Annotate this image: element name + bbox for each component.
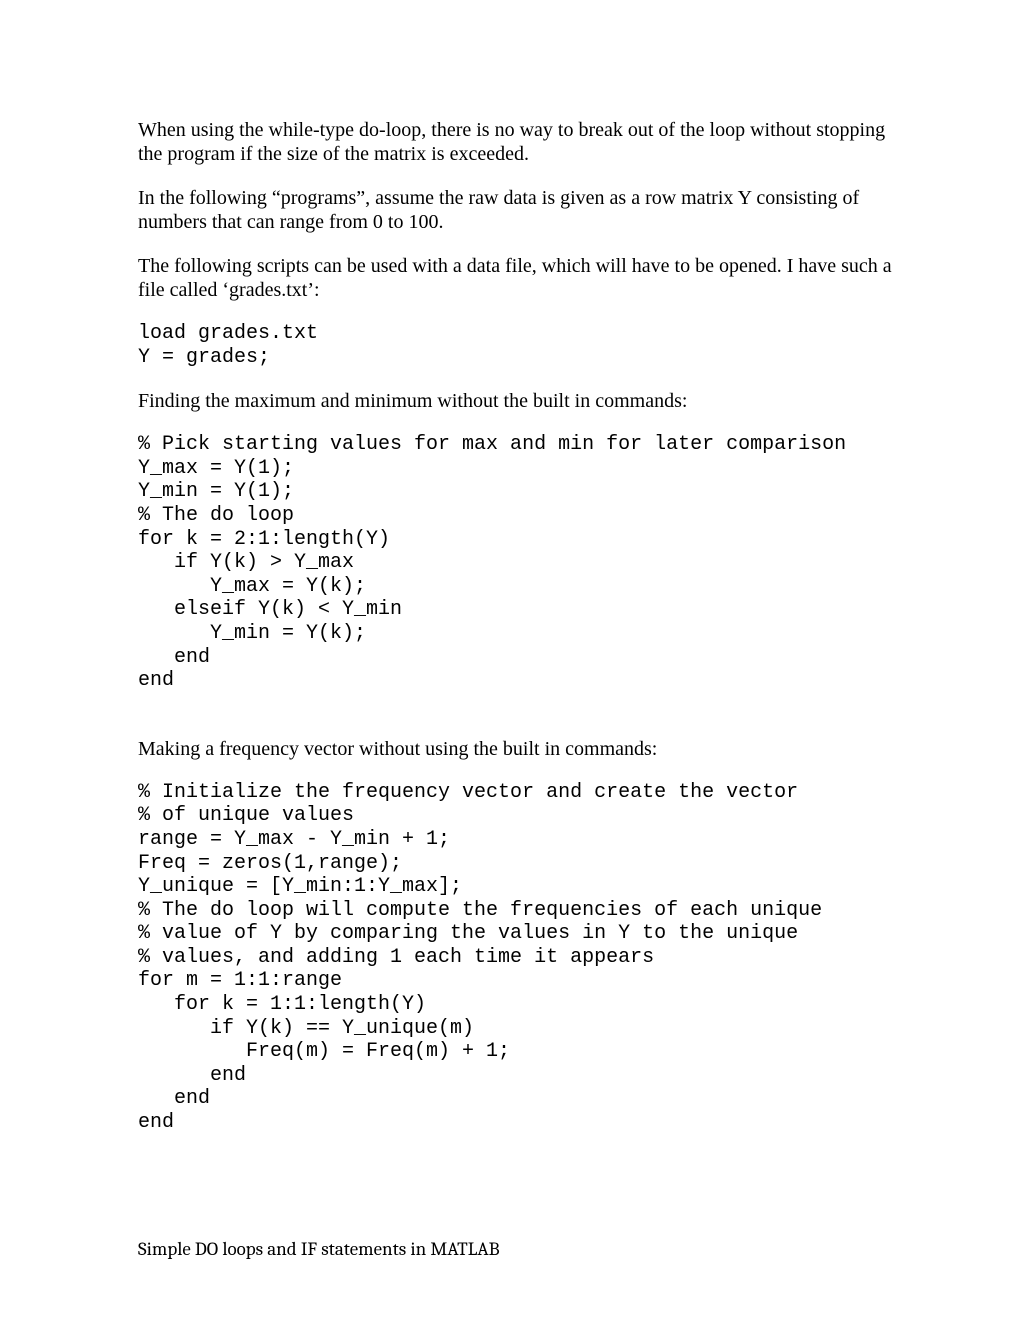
paragraph-1: When using the while-type do-loop, there… xyxy=(138,118,900,166)
code-block-freq: % Initialize the frequency vector and cr… xyxy=(138,781,900,1135)
spacer xyxy=(138,713,900,737)
paragraph-3: The following scripts can be used with a… xyxy=(138,254,900,302)
paragraph-4: Finding the maximum and minimum without … xyxy=(138,389,900,413)
paragraph-2: In the following “programs”, assume the … xyxy=(138,186,900,234)
page: When using the while-type do-loop, there… xyxy=(0,0,1020,1320)
code-block-load: load grades.txt Y = grades; xyxy=(138,322,900,369)
footer-title: Simple DO loops and IF statements in MAT… xyxy=(138,1238,500,1260)
code-block-maxmin: % Pick starting values for max and min f… xyxy=(138,433,900,693)
paragraph-5: Making a frequency vector without using … xyxy=(138,737,900,761)
